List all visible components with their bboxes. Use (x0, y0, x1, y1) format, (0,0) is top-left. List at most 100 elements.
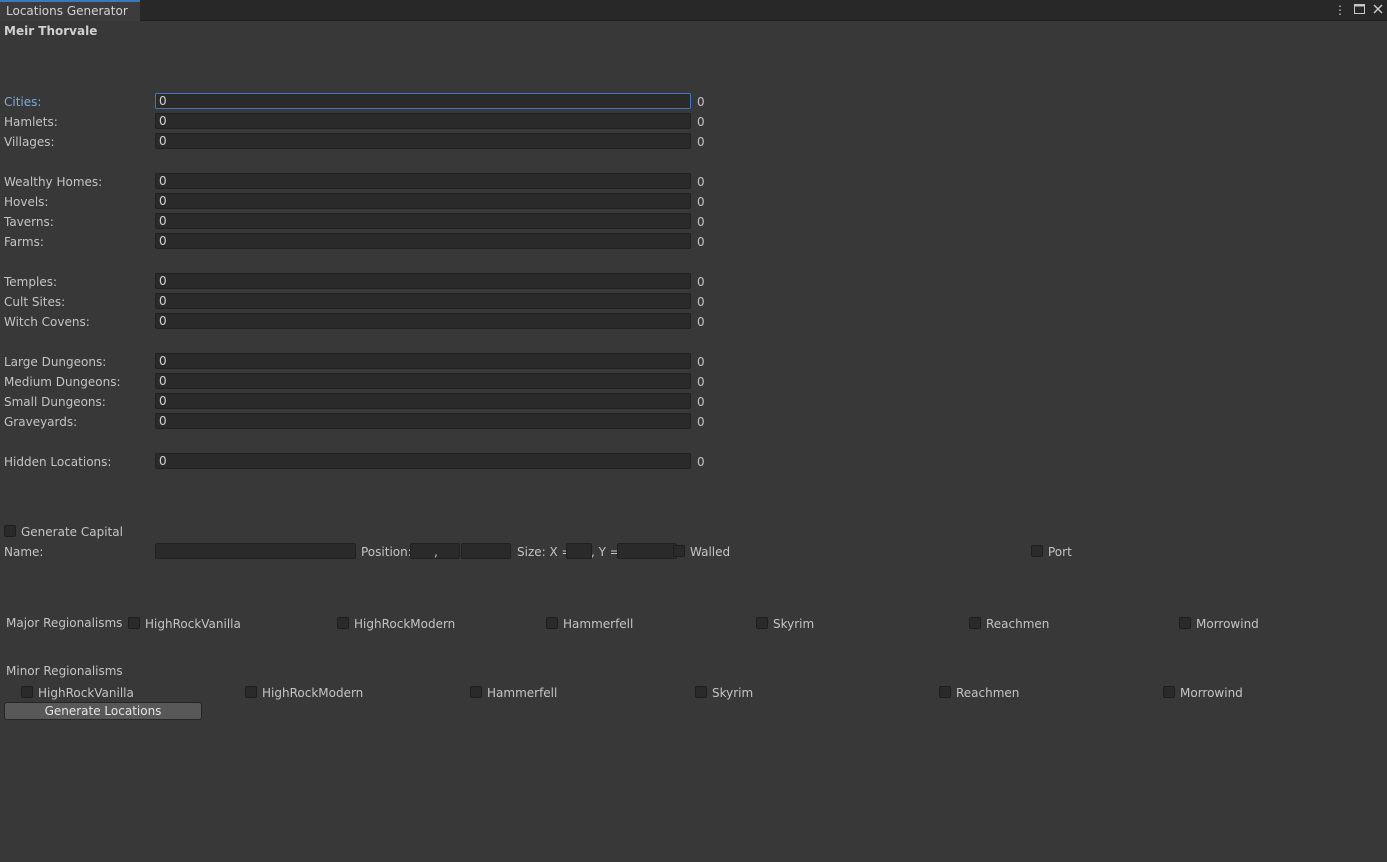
row-wealthy-homes: Wealthy Homes: 0 0 (0, 173, 720, 191)
row-small-dungeons: Small Dungeons: 0 0 (0, 393, 720, 411)
major-reachmen-label: Reachmen (986, 617, 1050, 631)
villages-count: 0 (697, 135, 705, 149)
major-hammerfell-checkbox[interactable] (546, 617, 558, 629)
medium-dungeons-input[interactable]: 0 (155, 373, 691, 389)
wealthy-homes-input[interactable]: 0 (155, 173, 691, 189)
large-dungeons-input[interactable]: 0 (155, 353, 691, 369)
capital-name-label: Name: (4, 545, 44, 559)
row-villages: Villages: 0 0 (0, 133, 720, 151)
wealthy-homes-count: 0 (697, 175, 705, 189)
taverns-input[interactable]: 0 (155, 213, 691, 229)
row-farms: Farms: 0 0 (0, 233, 720, 251)
cult-sites-input[interactable]: 0 (155, 293, 691, 309)
large-dungeons-label: Large Dungeons: (4, 355, 107, 369)
small-dungeons-label: Small Dungeons: (4, 395, 106, 409)
hovels-label: Hovels: (4, 195, 49, 209)
villages-input[interactable]: 0 (155, 133, 691, 149)
farms-count: 0 (697, 235, 705, 249)
row-large-dungeons: Large Dungeons: 0 0 (0, 353, 720, 371)
medium-dungeons-label: Medium Dungeons: (4, 375, 121, 389)
port-checkbox[interactable] (1031, 545, 1043, 557)
temples-label: Temples: (4, 275, 57, 289)
row-temples: Temples: 0 0 (0, 273, 720, 291)
row-taverns: Taverns: 0 0 (0, 213, 720, 231)
size-x-input[interactable] (566, 543, 592, 559)
major-morrowind-label: Morrowind (1196, 617, 1259, 631)
taverns-label: Taverns: (4, 215, 54, 229)
graveyards-count: 0 (697, 415, 705, 429)
hidden-locations-input[interactable]: 0 (155, 453, 691, 469)
major-highrockmodern-label: HighRockModern (354, 617, 456, 631)
maximize-icon[interactable] (1354, 2, 1365, 18)
generate-locations-button[interactable]: Generate Locations (4, 702, 202, 720)
witch-covens-count: 0 (697, 315, 705, 329)
walled-label: Walled (690, 545, 731, 559)
minor-skyrim-checkbox[interactable] (695, 686, 707, 698)
wealthy-homes-label: Wealthy Homes: (4, 175, 103, 189)
graveyards-label: Graveyards: (4, 415, 78, 429)
minor-highrockvanilla-label: HighRockVanilla (38, 686, 134, 700)
hamlets-input[interactable]: 0 (155, 113, 691, 129)
row-hamlets: Hamlets: 0 0 (0, 113, 720, 131)
minor-skyrim-label: Skyrim (712, 686, 754, 700)
position-label: Position: (361, 545, 412, 559)
position-y-input[interactable] (461, 543, 511, 559)
cities-count: 0 (697, 95, 705, 109)
walled-checkbox[interactable] (673, 545, 685, 557)
major-morrowind-checkbox[interactable] (1179, 617, 1191, 629)
row-cult-sites: Cult Sites: 0 0 (0, 293, 720, 311)
witch-covens-label: Witch Covens: (4, 315, 90, 329)
hidden-locations-count: 0 (697, 455, 705, 469)
row-hidden-locations: Hidden Locations: 0 0 (0, 453, 720, 471)
row-medium-dungeons: Medium Dungeons: 0 0 (0, 373, 720, 391)
witch-covens-input[interactable]: 0 (155, 313, 691, 329)
minor-morrowind-label: Morrowind (1180, 686, 1243, 700)
major-reachmen-checkbox[interactable] (969, 617, 981, 629)
villages-label: Villages: (4, 135, 55, 149)
generate-capital-label: Generate Capital (21, 525, 123, 539)
small-dungeons-input[interactable]: 0 (155, 393, 691, 409)
generate-capital-checkbox[interactable] (4, 525, 16, 537)
major-hammerfell-label: Hammerfell (563, 617, 634, 631)
minor-morrowind-checkbox[interactable] (1163, 686, 1175, 698)
hamlets-count: 0 (697, 115, 705, 129)
size-y-input[interactable] (617, 543, 677, 559)
graveyards-input[interactable]: 0 (155, 413, 691, 429)
minor-highrockmodern-checkbox[interactable] (245, 686, 257, 698)
major-skyrim-label: Skyrim (773, 617, 815, 631)
row-witch-covens: Witch Covens: 0 0 (0, 313, 720, 331)
size-x-label: Size: X = (517, 545, 572, 559)
cult-sites-label: Cult Sites: (4, 295, 66, 309)
major-highrockvanilla-checkbox[interactable] (128, 617, 140, 629)
window-controls: ⋮ (1334, 2, 1383, 18)
major-highrockmodern-checkbox[interactable] (337, 617, 349, 629)
kebab-menu-icon[interactable]: ⋮ (1334, 2, 1346, 18)
size-y-label: , Y = (591, 545, 620, 559)
cities-input[interactable]: 0 (155, 93, 691, 109)
farms-input[interactable]: 0 (155, 233, 691, 249)
minor-hammerfell-checkbox[interactable] (470, 686, 482, 698)
minor-highrockvanilla-checkbox[interactable] (21, 686, 33, 698)
minor-regionalisms-label: Minor Regionalisms (6, 664, 123, 678)
minor-reachmen-checkbox[interactable] (939, 686, 951, 698)
hovels-input[interactable]: 0 (155, 193, 691, 209)
major-highrockvanilla-label: HighRockVanilla (145, 617, 241, 631)
hovels-count: 0 (697, 195, 705, 209)
capital-name-input[interactable] (155, 543, 356, 559)
major-regionalisms-label: Major Regionalisms (6, 616, 123, 630)
small-dungeons-count: 0 (697, 395, 705, 409)
tab-locations-generator[interactable]: Locations Generator (0, 0, 140, 21)
temples-input[interactable]: 0 (155, 273, 691, 289)
cult-sites-count: 0 (697, 295, 705, 309)
temples-count: 0 (697, 275, 705, 289)
row-cities: Cities: 0 0 (0, 93, 720, 111)
row-graveyards: Graveyards: 0 0 (0, 413, 720, 431)
large-dungeons-count: 0 (697, 355, 705, 369)
region-title: Meir Thorvale (4, 24, 98, 38)
window-titlebar: Locations Generator ⋮ (0, 0, 1387, 21)
close-icon[interactable] (1373, 2, 1383, 18)
major-skyrim-checkbox[interactable] (756, 617, 768, 629)
cities-label: Cities: (4, 95, 42, 109)
minor-highrockmodern-label: HighRockModern (262, 686, 364, 700)
medium-dungeons-count: 0 (697, 375, 705, 389)
